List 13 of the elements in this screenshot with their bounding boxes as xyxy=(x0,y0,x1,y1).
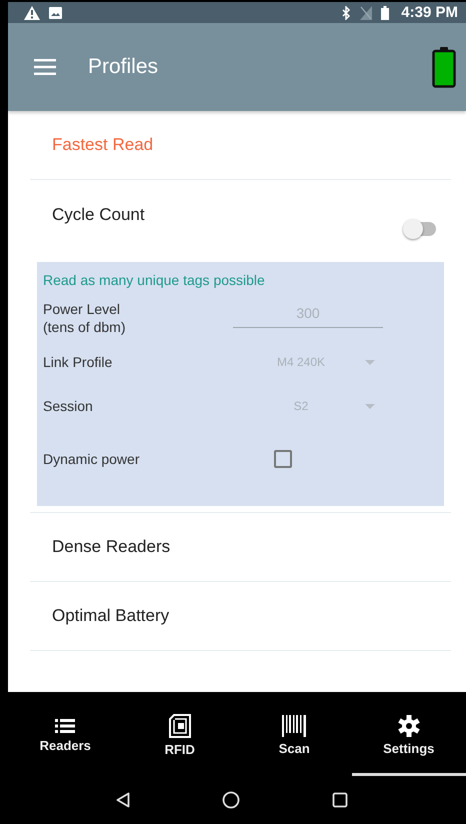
field-label: Dynamic power xyxy=(43,450,140,468)
status-time: 4:39 PM xyxy=(401,4,458,21)
field-label: Power Level (tens of dbm) xyxy=(43,300,126,336)
nav-tab[interactable]: Readers xyxy=(8,692,122,776)
nav-tab[interactable]: RFID xyxy=(122,692,237,776)
profile-description: Read as many unique tags possible xyxy=(43,272,266,288)
field-label: Link Profile xyxy=(43,352,114,372)
profile-item[interactable]: Optimal Battery xyxy=(52,606,170,626)
app-title: Profiles xyxy=(88,55,158,79)
profile-item[interactable]: Dense Readers xyxy=(52,537,170,557)
profile-item[interactable]: Cycle Count xyxy=(52,205,145,225)
field-label: Session xyxy=(43,396,94,416)
nav-tab[interactable]: Scan xyxy=(237,692,352,776)
